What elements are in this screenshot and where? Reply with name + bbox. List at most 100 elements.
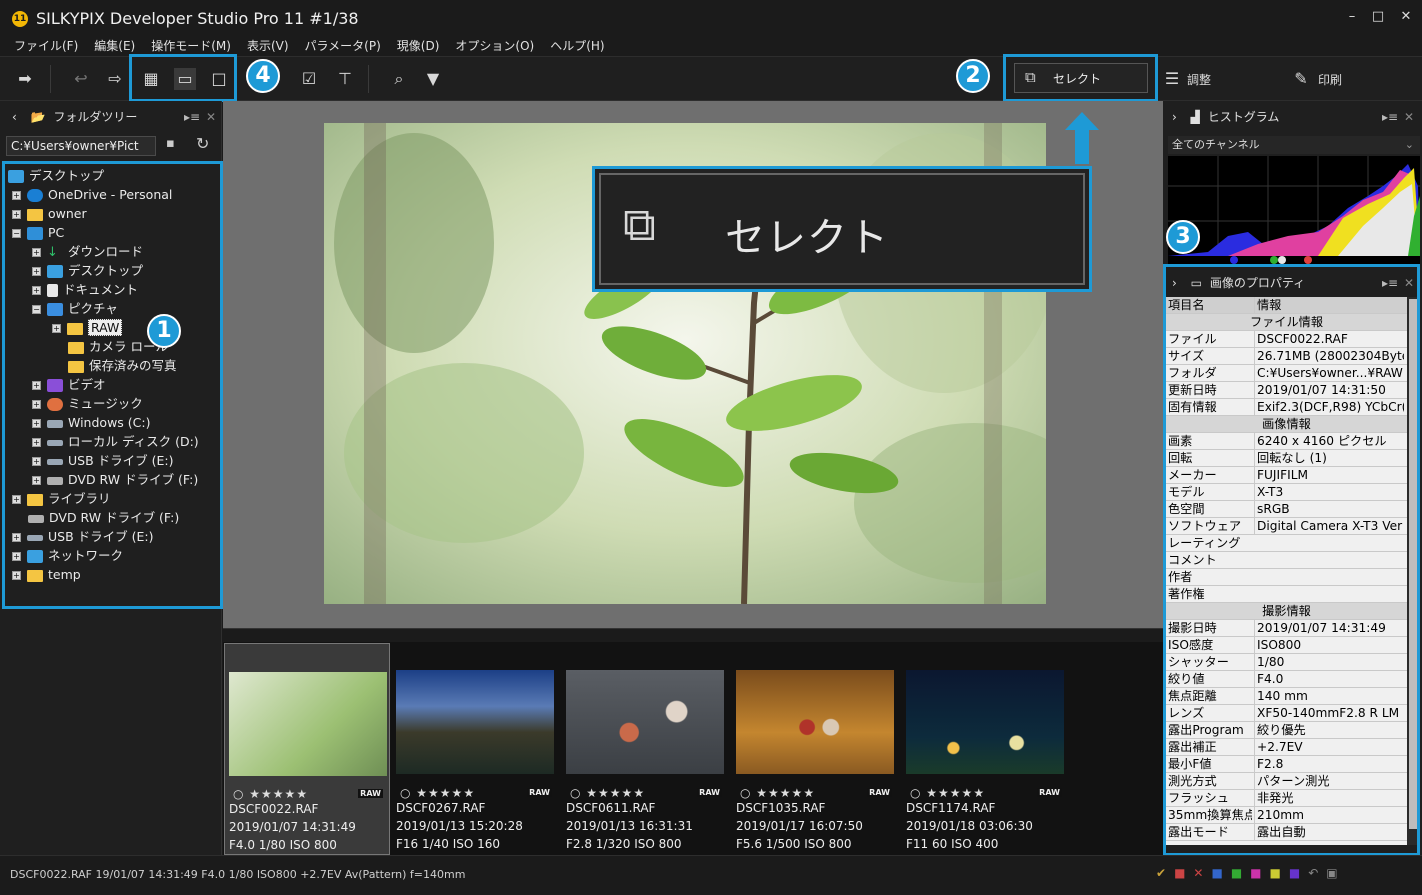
callout-view-buttons — [129, 54, 237, 102]
rating-stars[interactable]: ○ ★★★★★ — [740, 786, 815, 800]
menu-help[interactable]: ヘルプ(H) — [550, 36, 604, 56]
thumbnail-item[interactable]: ○ ★★★★★ RAW DSCF1035.RAF 2019/01/17 16:0… — [732, 643, 898, 855]
thumbnail-filename: DSCF0611.RAF — [566, 801, 656, 815]
histogram-title: ヒストグラム — [1207, 110, 1280, 124]
select-zoom-label: セレクト — [725, 215, 889, 261]
menu-file[interactable]: ファイル(F) — [14, 36, 78, 56]
channel-select[interactable]: 全てのチャンネル ⌄ — [1168, 136, 1420, 154]
thumbnail-filename: DSCF1035.RAF — [736, 801, 826, 815]
histogram-graph — [1168, 156, 1420, 264]
folder-tree-title: フォルダツリー — [53, 110, 138, 124]
thumbnail-exposure: F11 60 ISO 400 — [906, 837, 999, 851]
check-icon[interactable]: ✔ — [1156, 866, 1174, 880]
label-yellow-icon[interactable]: ■ — [1270, 866, 1289, 880]
print-label[interactable]: 印刷 — [1318, 71, 1342, 88]
thumbnail-date: 2019/01/13 16:31:31 — [566, 819, 693, 833]
tag-icon[interactable]: ■ — [1174, 866, 1193, 880]
chevron-down-icon: ⌄ — [1404, 138, 1414, 151]
undo-icon[interactable]: ↩ — [70, 68, 92, 90]
menu-view[interactable]: 表示(V) — [247, 36, 289, 56]
reject-icon[interactable]: ✕ — [1193, 866, 1211, 880]
status-tool-icons: ✔■✕■■■■■↶▣ — [1156, 866, 1346, 880]
thumbnail-date: 2019/01/13 15:20:28 — [396, 819, 523, 833]
menu-parameter[interactable]: パラメータ(P) — [305, 36, 381, 56]
raw-badge: RAW — [697, 788, 722, 797]
undo-icon[interactable]: ↶ — [1308, 866, 1326, 880]
label-blue-icon[interactable]: ■ — [1211, 866, 1230, 880]
refresh-icon[interactable]: ↻ — [196, 134, 209, 153]
lock-icon[interactable]: ▣ — [1326, 866, 1345, 880]
close-button[interactable]: ✕ — [1392, 6, 1420, 28]
select-zoom-callout: ⧉ セレクト — [592, 166, 1092, 292]
callout-badge-4: 4 — [246, 59, 280, 93]
window-title: SILKYPIX Developer Studio Pro 11 #1/38 — [36, 9, 359, 28]
label-green-icon[interactable]: ■ — [1231, 866, 1250, 880]
folder-tree-header: ‹ 📂 フォルダツリー ▸≡ ✕ — [12, 104, 220, 130]
thumbnail-exposure: F16 1/40 ISO 160 — [396, 837, 501, 851]
path-input[interactable]: C:¥Users¥owner¥Pict — [6, 136, 156, 156]
filmstrip-scrollbar[interactable] — [223, 628, 1163, 642]
callout-arrow-icon — [1065, 112, 1099, 164]
histogram-header: › ▟ ヒストグラム ▸≡ ✕ — [1172, 104, 1420, 130]
thumbnail-item[interactable]: ○ ★★★★★ RAW DSCF1174.RAF 2019/01/18 03:0… — [902, 643, 1068, 855]
rating-stars[interactable]: ○ ★★★★★ — [910, 786, 985, 800]
toolbar-separator — [368, 65, 369, 93]
checkbox-icon[interactable]: ☑ — [298, 68, 320, 90]
menu-mode[interactable]: 操作モード(M) — [151, 36, 231, 56]
export-icon[interactable]: ➡ — [14, 68, 36, 90]
menu-edit[interactable]: 編集(E) — [94, 36, 135, 56]
print-icon[interactable]: ✎ — [1290, 68, 1312, 90]
thumbnail-image — [736, 670, 894, 774]
thumbnail-filename: DSCF1174.RAF — [906, 801, 996, 815]
maximize-button[interactable]: □ — [1364, 6, 1392, 28]
raw-badge: RAW — [867, 788, 892, 797]
thumbnail-filename: DSCF0022.RAF — [229, 802, 319, 816]
raw-badge: RAW — [527, 788, 552, 797]
select-mode-icon-large: ⧉ — [623, 197, 656, 251]
raw-badge: RAW — [1037, 788, 1062, 797]
thumbnail-image — [396, 670, 554, 774]
adjust-icon[interactable]: ☰ — [1160, 68, 1184, 90]
thumbnail-image — [229, 672, 387, 776]
thumbnail-item[interactable]: ○ ★★★★★ RAW DSCF0611.RAF 2019/01/13 16:3… — [562, 643, 728, 855]
histogram-icon: ▟ — [1190, 110, 1200, 124]
channel-select-value: 全てのチャンネル — [1172, 138, 1260, 151]
app-logo-icon: 11 — [12, 11, 28, 27]
callout-badge-3: 3 — [1166, 220, 1200, 254]
thumbnail-item[interactable]: ○ ★★★★★ RAW DSCF0022.RAF 2019/01/07 14:3… — [224, 643, 390, 855]
rating-stars[interactable]: ○ ★★★★★ — [570, 786, 645, 800]
search-icon[interactable]: ⌕ — [388, 68, 410, 90]
rating-stars[interactable]: ○ ★★★★★ — [400, 786, 475, 800]
panel-menu-icon[interactable]: ▸≡ — [184, 104, 200, 130]
folder-browse-icon[interactable]: ▪ — [166, 136, 175, 151]
callout-badge-1: 1 — [147, 314, 181, 348]
collapse-left-icon[interactable]: ‹ — [12, 110, 17, 124]
thumbnail-date: 2019/01/07 14:31:49 — [229, 820, 356, 834]
callout-properties — [1163, 264, 1420, 856]
thumbnail-exposure: F2.8 1/320 ISO 800 — [566, 837, 682, 851]
panel-close-icon[interactable]: ✕ — [206, 104, 216, 130]
thumbnail-filename: DSCF0267.RAF — [396, 801, 486, 815]
folder-tree-icon: 📂 — [30, 110, 46, 124]
redo-icon[interactable]: ⇨ — [104, 68, 126, 90]
status-text: DSCF0022.RAF 19/01/07 14:31:49 F4.0 1/80… — [10, 868, 466, 881]
panel-close-icon[interactable]: ✕ — [1404, 104, 1414, 130]
menu-bar: ファイル(F) 編集(E) 操作モード(M) 表示(V) パラメータ(P) 現像… — [0, 36, 1422, 56]
hammer-icon[interactable]: ⊤ — [334, 68, 356, 90]
thumbnail-exposure: F5.6 1/500 ISO 800 — [736, 837, 852, 851]
filter-icon[interactable]: ▼ — [422, 68, 444, 90]
label-purple-icon[interactable]: ■ — [1289, 866, 1308, 880]
thumbnail-date: 2019/01/17 16:07:50 — [736, 819, 863, 833]
adjust-label[interactable]: 調整 — [1187, 71, 1211, 88]
callout-select-box — [1003, 54, 1158, 102]
panel-menu-icon[interactable]: ▸≡ — [1382, 104, 1398, 130]
menu-develop[interactable]: 現像(D) — [397, 36, 440, 56]
expand-histogram-icon[interactable]: › — [1172, 110, 1177, 124]
thumbnail-exposure: F4.0 1/80 ISO 800 — [229, 838, 337, 852]
thumbnail-image — [566, 670, 724, 774]
rating-stars[interactable]: ○ ★★★★★ — [233, 787, 308, 801]
label-pink-icon[interactable]: ■ — [1250, 866, 1269, 880]
thumbnail-item[interactable]: ○ ★★★★★ RAW DSCF0267.RAF 2019/01/13 15:2… — [392, 643, 558, 855]
minimize-button[interactable]: – — [1338, 6, 1366, 28]
menu-options[interactable]: オプション(O) — [455, 36, 534, 56]
